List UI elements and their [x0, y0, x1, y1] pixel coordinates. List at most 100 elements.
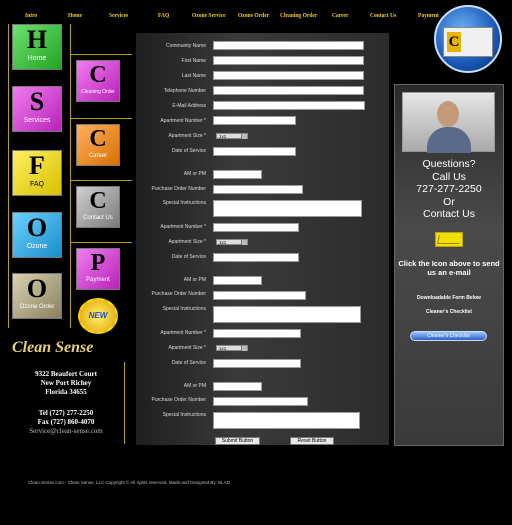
- label-apartment-2: Apartment Number *: [160, 224, 206, 230]
- apartment-input-3[interactable]: [213, 329, 301, 338]
- nav-services[interactable]: Services: [109, 12, 128, 19]
- logo-card: C: [443, 27, 493, 57]
- po-input-3[interactable]: [213, 397, 308, 406]
- tile-services[interactable]: S Services: [12, 86, 62, 132]
- label-special-2: Special Instructions: [162, 306, 206, 312]
- tile-services-label: Services: [23, 117, 51, 124]
- size-select-3[interactable]: 1x1: [216, 345, 248, 351]
- checklist-download-button[interactable]: Cleaner's Checklist: [410, 331, 487, 341]
- phone-input[interactable]: [213, 86, 364, 95]
- first-name-input[interactable]: [213, 56, 364, 65]
- call-us-block: Questions? Call Us 727-277-2250 Or Conta…: [395, 158, 503, 221]
- guide-line: [8, 24, 9, 328]
- nav-cleaning-order[interactable]: Cleaning Order: [280, 12, 317, 19]
- last-name-input[interactable]: [213, 71, 364, 80]
- label-apartment-3: Apartment Number *: [160, 330, 206, 336]
- date-input-3[interactable]: [213, 359, 301, 368]
- nav-ozone-order[interactable]: Ozone Order: [238, 12, 269, 19]
- nav-contact-us[interactable]: Contact Us: [370, 12, 396, 19]
- community-input[interactable]: [213, 41, 364, 50]
- guide-line: [70, 54, 132, 55]
- label-phone: Telephone Number: [163, 88, 206, 94]
- ampm-input-3[interactable]: [213, 382, 262, 391]
- special-input-1[interactable]: [213, 200, 362, 217]
- tile-cleaning-order-label: Cleaning Order: [81, 89, 115, 95]
- po-input-2[interactable]: [213, 291, 306, 300]
- tile-faq[interactable]: F FAQ: [12, 150, 62, 196]
- tile-ozone[interactable]: O Ozone: [12, 212, 62, 258]
- nav-payment[interactable]: Payment: [418, 12, 439, 19]
- nav-home[interactable]: Home: [68, 12, 82, 19]
- click-line-1: Click the Icon above to send: [398, 259, 500, 268]
- tile-contact-us[interactable]: C Contact Us: [76, 186, 120, 228]
- nav-ozone-service[interactable]: Ozone Service: [192, 12, 226, 19]
- tile-home-label: Home: [27, 55, 47, 62]
- guide-line: [124, 362, 125, 444]
- shirt-shape: [427, 127, 471, 153]
- address-line-3: Florida 34655: [45, 388, 87, 396]
- brand-logo: Clean Sense: [12, 339, 94, 356]
- nav-faq[interactable]: FAQ: [158, 12, 169, 19]
- or-text: Or: [443, 195, 455, 208]
- ampm-input-2[interactable]: [213, 276, 262, 285]
- label-ampm-3: AM or PM: [183, 383, 206, 389]
- label-community: Community Name: [165, 43, 206, 49]
- tile-home[interactable]: H Home: [12, 24, 62, 70]
- label-apartment-1: Apartment Number *: [160, 118, 206, 124]
- ampm-input-1[interactable]: [213, 170, 262, 179]
- label-special-3: Special Instructions: [162, 412, 206, 418]
- po-input-1[interactable]: [213, 185, 303, 194]
- downloadable-form-label: Downloadable Form Below: [417, 295, 481, 301]
- tile-ozone-letter: O: [26, 213, 48, 242]
- nav-career[interactable]: Career: [332, 12, 348, 19]
- tile-contact-us-label: Contact Us: [83, 215, 113, 221]
- guide-line: [70, 24, 71, 328]
- apartment-input-2[interactable]: [213, 223, 299, 232]
- tile-payment[interactable]: P Payment: [76, 248, 120, 290]
- email-link[interactable]: Service@clean-sense.com: [14, 427, 118, 436]
- tile-cleaning-order[interactable]: C Cleaning Order: [76, 60, 120, 102]
- guide-line: [70, 180, 132, 181]
- questions-text: Questions?: [422, 158, 476, 170]
- submit-button[interactable]: Submit Button: [215, 437, 260, 445]
- phone-number-text: 727-277-2250: [416, 183, 482, 195]
- size-select-2[interactable]: 1x1: [216, 239, 248, 245]
- label-last-name: Last Name: [181, 73, 206, 79]
- label-po-2: Purchase Order Number: [151, 291, 206, 297]
- label-first-name: First Name: [181, 58, 206, 64]
- special-input-3[interactable]: [213, 412, 360, 429]
- guide-line: [70, 242, 132, 243]
- label-size-1: Apartment Size *: [168, 133, 206, 139]
- address-block: 9322 Beaufort Court New Port Richey Flor…: [14, 370, 118, 436]
- label-po-3: Purchase Order Number: [151, 397, 206, 403]
- top-nav: Intro Home Services FAQ Ozone Service Oz…: [0, 0, 512, 30]
- chevron-down-icon: [241, 346, 247, 351]
- label-ampm-2: AM or PM: [183, 277, 206, 283]
- label-date-3: Date of Service: [171, 360, 206, 366]
- tile-faq-letter: F: [29, 151, 45, 180]
- address-line-2: New Port Richey: [40, 379, 92, 387]
- tile-ozone-order-label: Ozone Order: [19, 304, 55, 310]
- reset-button[interactable]: Reset Button: [290, 437, 334, 445]
- tile-payment-label: Payment: [86, 277, 110, 283]
- label-ampm-1: AM or PM: [183, 171, 206, 177]
- page: Intro Home Services FAQ Ozone Service Oz…: [0, 0, 512, 525]
- tile-home-letter: H: [26, 25, 48, 54]
- address-line-1: 9322 Beaufort Court: [35, 370, 97, 378]
- date-input-1[interactable]: [213, 147, 296, 156]
- label-date-2: Date of Service: [171, 254, 206, 260]
- size-select-1-value: 1x1: [219, 134, 227, 139]
- tile-services-letter: S: [29, 87, 45, 116]
- special-input-2[interactable]: [213, 306, 361, 323]
- new-badge: NEW: [78, 298, 118, 334]
- tile-career-label: Career: [88, 153, 108, 159]
- size-select-1[interactable]: 1x1: [216, 133, 248, 139]
- nav-intro[interactable]: Intro: [25, 12, 37, 19]
- tile-ozone-order[interactable]: O Ozone Order: [12, 273, 62, 319]
- email-input[interactable]: [213, 101, 365, 110]
- click-line-2: us an e-mail: [427, 268, 471, 277]
- email-envelope-icon[interactable]: [435, 232, 463, 247]
- date-input-2[interactable]: [213, 253, 299, 262]
- apartment-input-1[interactable]: [213, 116, 296, 125]
- tile-career[interactable]: C Career: [76, 124, 120, 166]
